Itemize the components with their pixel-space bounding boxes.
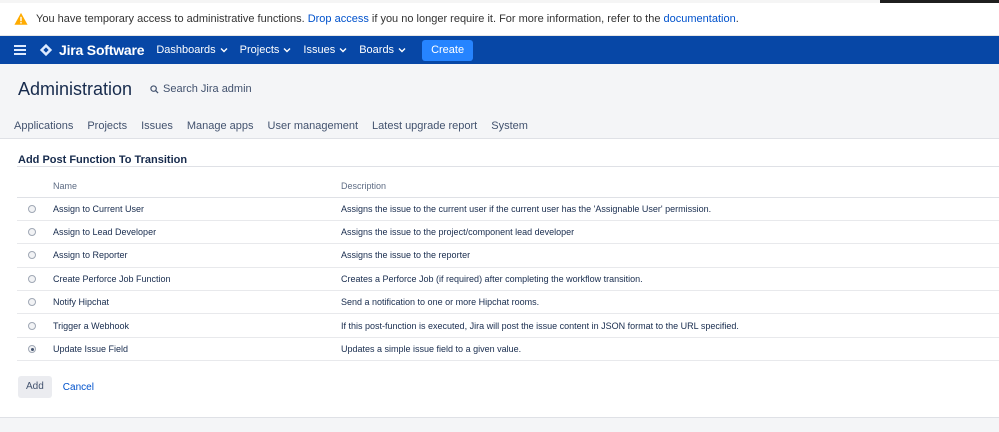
hamburger-icon[interactable] bbox=[14, 45, 26, 55]
table-row[interactable]: Assign to Current User Assigns the issue… bbox=[17, 197, 999, 221]
radio-button[interactable] bbox=[28, 321, 36, 330]
name-column-header: Name bbox=[53, 176, 341, 198]
form-title: Add Post Function To Transition bbox=[18, 154, 188, 166]
nav-dashboards-label: Dashboards bbox=[156, 44, 216, 56]
function-name: Assign to Reporter bbox=[53, 243, 341, 268]
admin-search[interactable]: Search Jira admin bbox=[150, 83, 252, 95]
table-row[interactable]: Notify Hipchat Send a notification to on… bbox=[17, 290, 999, 315]
tab-manage-apps[interactable]: Manage apps bbox=[187, 120, 254, 132]
tab-user-management[interactable]: User management bbox=[268, 120, 359, 132]
search-icon bbox=[150, 84, 159, 94]
radio-button[interactable] bbox=[28, 345, 36, 354]
divider bbox=[17, 166, 999, 167]
product-name: Jira Software bbox=[59, 42, 145, 58]
table-row[interactable]: Create Perforce Job Function Creates a P… bbox=[17, 267, 999, 292]
footer bbox=[0, 417, 999, 432]
chevron-down-icon bbox=[283, 48, 291, 53]
tab-latest-upgrade-report[interactable]: Latest upgrade report bbox=[372, 120, 477, 132]
tab-system[interactable]: System bbox=[491, 120, 528, 132]
admin-access-banner: You have temporary access to administrat… bbox=[0, 3, 999, 36]
jira-diamond-icon bbox=[39, 43, 53, 57]
table-row[interactable]: Assign to Lead Developer Assigns the iss… bbox=[17, 220, 999, 245]
function-description: Send a notification to one or more Hipch… bbox=[341, 290, 999, 315]
nav-boards[interactable]: Boards bbox=[359, 44, 406, 56]
radio-column-header bbox=[17, 176, 53, 198]
function-name: Create Perforce Job Function bbox=[53, 267, 341, 292]
page-title: Administration bbox=[18, 79, 133, 99]
add-button[interactable]: Add bbox=[18, 376, 52, 398]
nav-boards-label: Boards bbox=[359, 44, 395, 56]
radio-button[interactable] bbox=[28, 251, 36, 260]
post-function-table: Name Description Assign to Current User … bbox=[17, 176, 999, 362]
radio-button[interactable] bbox=[28, 228, 36, 237]
banner-text-after: . bbox=[735, 13, 739, 25]
description-column-header: Description bbox=[341, 176, 999, 198]
warning-icon bbox=[14, 12, 28, 25]
nav-issues[interactable]: Issues bbox=[303, 44, 347, 56]
admin-tabs: Applications Projects Issues Manage apps… bbox=[14, 120, 542, 132]
chevron-down-icon bbox=[220, 48, 228, 53]
chevron-down-icon bbox=[398, 48, 406, 53]
table-row[interactable]: Trigger a Webhook If this post-function … bbox=[17, 313, 999, 338]
banner-text-middle: if you no longer require it. For more in… bbox=[368, 13, 664, 25]
function-description: Assigns the issue to the project/compone… bbox=[341, 220, 999, 245]
radio-button[interactable] bbox=[28, 204, 36, 213]
top-navigation: Jira Software Dashboards Projects Issues… bbox=[0, 36, 999, 64]
table-row[interactable]: Assign to Reporter Assigns the issue to … bbox=[17, 243, 999, 268]
jira-logo[interactable]: Jira Software bbox=[39, 42, 145, 58]
admin-header: Administration Search Jira admin Applica… bbox=[0, 64, 999, 139]
banner-text-before: You have temporary access to administrat… bbox=[36, 13, 308, 25]
nav-projects[interactable]: Projects bbox=[240, 44, 292, 56]
radio-button[interactable] bbox=[28, 274, 36, 283]
function-description: Assigns the issue to the reporter bbox=[341, 243, 999, 268]
function-name: Update Issue Field bbox=[53, 337, 341, 362]
function-name: Assign to Lead Developer bbox=[53, 220, 341, 245]
admin-search-placeholder: Search Jira admin bbox=[163, 83, 252, 95]
function-description: Creates a Perforce Job (if required) aft… bbox=[341, 267, 999, 292]
chevron-down-icon bbox=[339, 48, 347, 53]
function-description: Assigns the issue to the current user if… bbox=[341, 197, 999, 221]
tab-issues[interactable]: Issues bbox=[141, 120, 173, 132]
form-actions: Add Cancel bbox=[18, 376, 94, 398]
nav-dashboards[interactable]: Dashboards bbox=[156, 44, 228, 56]
function-name: Notify Hipchat bbox=[53, 290, 341, 315]
drop-access-link[interactable]: Drop access bbox=[308, 13, 369, 25]
create-button[interactable]: Create bbox=[422, 39, 474, 61]
function-name: Assign to Current User bbox=[53, 197, 341, 221]
function-name: Trigger a Webhook bbox=[53, 313, 341, 338]
documentation-link[interactable]: documentation bbox=[664, 13, 736, 25]
nav-projects-label: Projects bbox=[239, 44, 280, 56]
radio-button[interactable] bbox=[28, 298, 36, 307]
tab-applications[interactable]: Applications bbox=[14, 120, 73, 132]
function-description: If this post-function is executed, Jira … bbox=[341, 313, 999, 338]
tab-projects[interactable]: Projects bbox=[87, 120, 127, 132]
cancel-link[interactable]: Cancel bbox=[63, 382, 94, 393]
table-row[interactable]: Update Issue Field Updates a simple issu… bbox=[17, 337, 999, 362]
nav-issues-label: Issues bbox=[303, 44, 336, 56]
function-description: Updates a simple issue field to a given … bbox=[341, 337, 999, 362]
